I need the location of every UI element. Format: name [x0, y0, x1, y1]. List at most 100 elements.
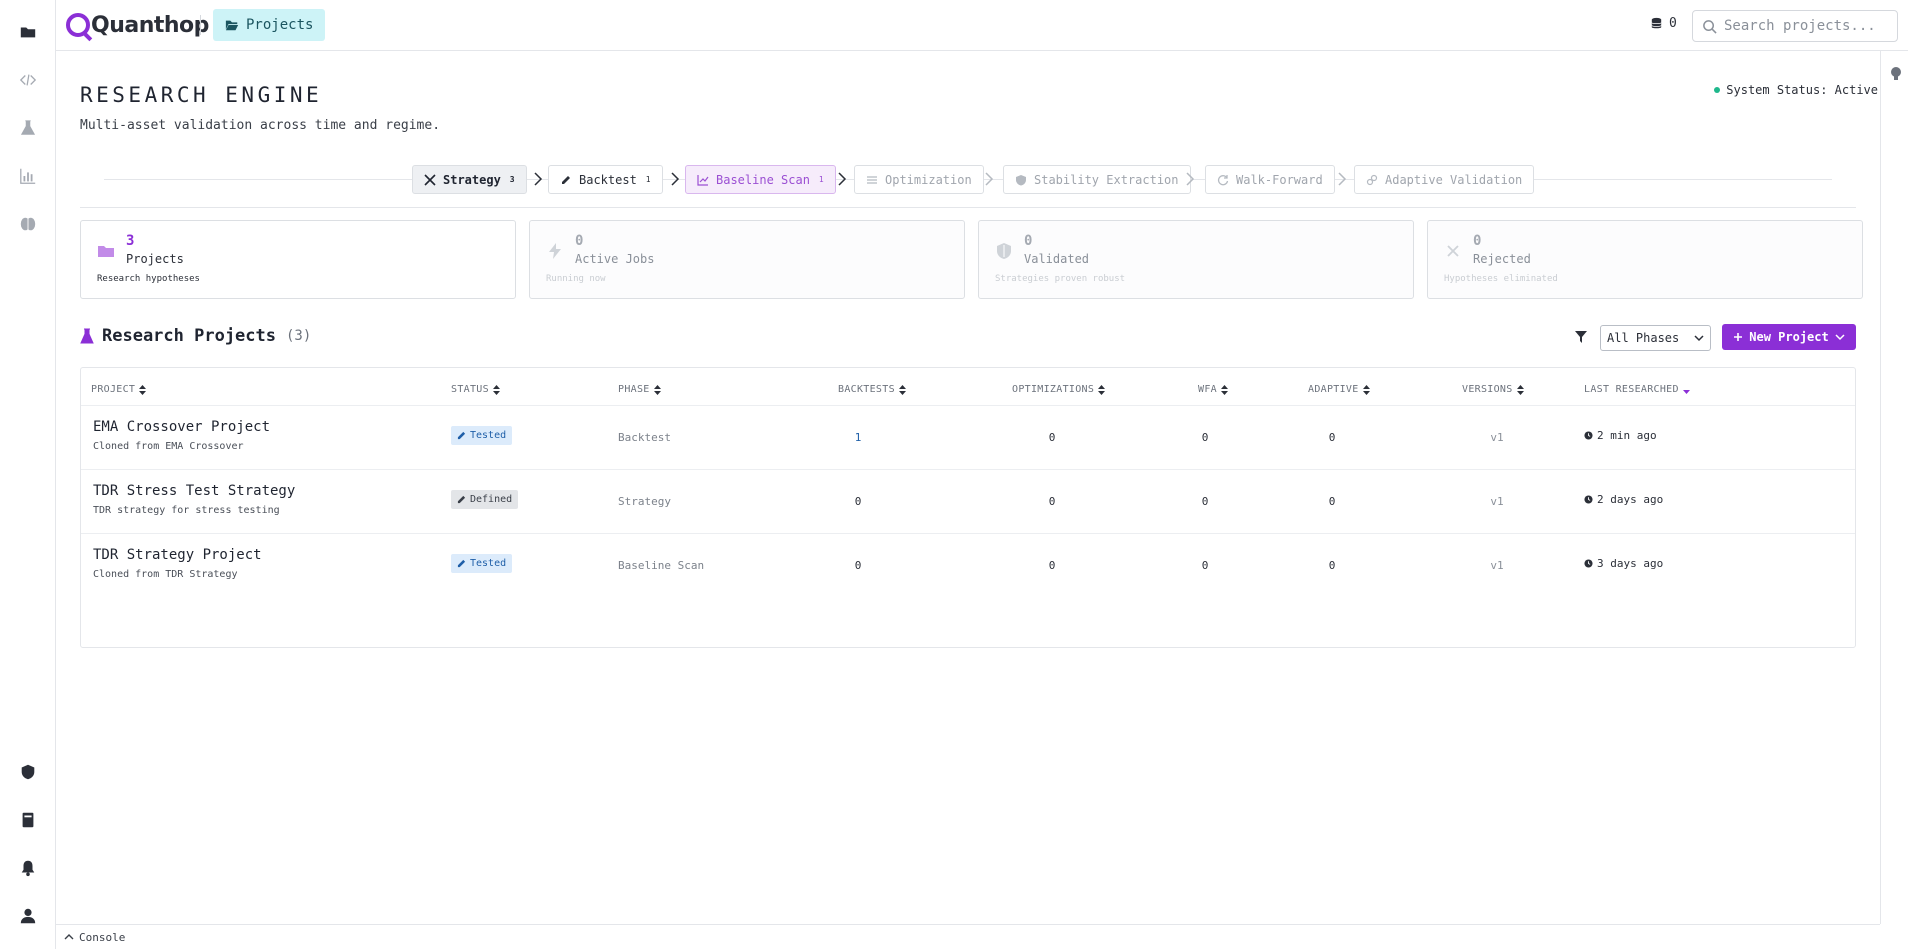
pencil-icon	[457, 495, 466, 504]
pipeline-step-strategy[interactable]: Strategy 3	[412, 165, 527, 194]
flask-icon	[80, 328, 94, 344]
x-icon	[1447, 245, 1459, 257]
phase-filter-value: All Phases	[1607, 331, 1680, 345]
lightbulb-icon[interactable]	[1888, 66, 1904, 82]
clock-icon	[1584, 495, 1593, 504]
project-name[interactable]: EMA Crossover Project	[93, 419, 270, 435]
credits-value: 0	[1669, 16, 1677, 31]
column-header-wfa[interactable]: WFA	[1198, 384, 1228, 395]
page-subtitle: Multi-asset validation across time and r…	[80, 118, 441, 133]
adaptive-value: 0	[1328, 495, 1336, 508]
folder-icon	[98, 246, 114, 257]
code-icon[interactable]	[16, 68, 40, 92]
sort-icon	[1516, 384, 1524, 395]
top-bar: Quanthop Projects 0	[56, 0, 1908, 51]
chevron-right-icon	[534, 172, 543, 186]
book-icon[interactable]	[16, 808, 40, 832]
status-badge: Tested	[451, 554, 513, 573]
pencil-icon	[457, 559, 466, 568]
column-header-backtests[interactable]: BACKTESTS	[838, 384, 906, 395]
phase-filter-select[interactable]: All Phases	[1600, 325, 1711, 351]
section-title: Research Projects	[102, 326, 276, 346]
table-row[interactable]: TDR Strategy Project Cloned from TDR Str…	[81, 533, 1855, 596]
version-value: v1	[1490, 495, 1504, 508]
project-description: Cloned from TDR Strategy	[93, 569, 238, 580]
column-header-last-researched[interactable]: LAST RESEARCHED	[1584, 384, 1690, 395]
pipeline-step-optimization[interactable]: Optimization	[854, 165, 984, 194]
pipeline-step-stability-extraction[interactable]: Stability Extraction	[1003, 165, 1191, 194]
left-sidebar	[0, 0, 56, 949]
bar-chart-icon[interactable]	[16, 164, 40, 188]
stat-value: 3	[126, 233, 135, 249]
page-title: RESEARCH ENGINE	[80, 83, 323, 107]
column-header-versions[interactable]: VERSIONS	[1462, 384, 1524, 395]
stat-description: Strategies proven robust	[995, 274, 1126, 284]
folder-icon[interactable]	[16, 20, 40, 44]
pipeline-step-adaptive-validation[interactable]: Adaptive Validation	[1354, 165, 1535, 194]
column-header-status[interactable]: STATUS	[451, 384, 500, 395]
folder-open-icon	[225, 20, 239, 31]
console-toggle[interactable]: Console	[56, 924, 1880, 949]
console-label: Console	[79, 930, 126, 944]
column-header-adaptive[interactable]: ADAPTIVE	[1308, 384, 1370, 395]
sort-icon	[139, 384, 147, 395]
last-researched: 3 days ago	[1584, 557, 1663, 570]
pipeline-step-label: Backtest	[579, 172, 637, 187]
logo-mark-icon	[66, 13, 90, 37]
table-row[interactable]: TDR Stress Test Strategy TDR strategy fo…	[81, 469, 1855, 532]
bell-icon[interactable]	[16, 856, 40, 880]
stat-card-active-jobs[interactable]: 0 Active Jobs Running now	[529, 220, 965, 299]
last-researched-text: 2 min ago	[1597, 429, 1657, 442]
brain-icon[interactable]	[16, 212, 40, 236]
project-name[interactable]: TDR Stress Test Strategy	[93, 483, 295, 499]
column-header-label: LAST RESEARCHED	[1584, 384, 1679, 395]
version-value: v1	[1490, 559, 1504, 572]
adaptive-value: 0	[1328, 559, 1336, 572]
chevron-up-icon	[64, 934, 74, 940]
app-logo[interactable]: Quanthop	[66, 10, 209, 40]
shield-icon[interactable]	[16, 760, 40, 784]
refresh-icon	[1217, 174, 1229, 185]
stat-card-projects[interactable]: 3 Projects Research hypotheses	[80, 220, 516, 299]
credits-counter[interactable]: 0	[1649, 16, 1677, 31]
pipeline-step-label: Walk-Forward	[1236, 172, 1323, 187]
last-researched-text: 2 days ago	[1597, 493, 1664, 506]
sort-desc-icon	[1682, 389, 1690, 394]
divider	[80, 207, 1856, 208]
user-icon[interactable]	[16, 904, 40, 928]
pipeline-step-count: 3	[509, 175, 515, 184]
link-icon	[1366, 174, 1378, 185]
new-project-button[interactable]: New Project	[1722, 324, 1856, 350]
chevron-right-icon	[671, 172, 680, 186]
search-input[interactable]	[1724, 18, 1884, 34]
flask-icon[interactable]	[16, 116, 40, 140]
search-box[interactable]	[1692, 10, 1898, 42]
pipeline-step-label: Strategy	[443, 172, 501, 187]
pipeline-step-backtest[interactable]: Backtest 1	[548, 165, 663, 194]
sort-icon	[492, 384, 500, 395]
clock-icon	[1584, 431, 1593, 440]
project-name[interactable]: TDR Strategy Project	[93, 547, 262, 563]
projects-nav-button[interactable]: Projects	[213, 9, 326, 41]
chart-line-icon	[697, 174, 709, 186]
stat-card-validated[interactable]: 0 Validated Strategies proven robust	[978, 220, 1414, 299]
pipeline-step-baseline-scan[interactable]: Baseline Scan 1	[685, 165, 836, 194]
logo-text: Quanthop	[91, 12, 209, 38]
stat-card-rejected[interactable]: 0 Rejected Hypotheses eliminated	[1427, 220, 1863, 299]
wfa-value: 0	[1201, 431, 1209, 444]
stat-label: Active Jobs	[575, 252, 655, 266]
column-header-project[interactable]: PROJECT	[91, 384, 147, 395]
column-header-label: VERSIONS	[1462, 384, 1513, 395]
table-row[interactable]: EMA Crossover Project Cloned from EMA Cr…	[81, 405, 1855, 468]
stat-description: Hypotheses eliminated	[1444, 274, 1558, 284]
pencil-icon	[457, 431, 466, 440]
column-header-phase[interactable]: PHASE	[618, 384, 661, 395]
column-header-optimizations[interactable]: OPTIMIZATIONS	[1012, 384, 1106, 395]
stat-value: 0	[1473, 233, 1482, 249]
optimizations-value: 0	[1048, 559, 1056, 572]
bolt-icon	[549, 243, 561, 259]
backtests-link[interactable]: 1	[838, 431, 878, 444]
pipeline-step-walk-forward[interactable]: Walk-Forward	[1205, 165, 1335, 194]
filter-icon[interactable]	[1574, 330, 1588, 344]
shield-half-icon	[1016, 174, 1026, 185]
